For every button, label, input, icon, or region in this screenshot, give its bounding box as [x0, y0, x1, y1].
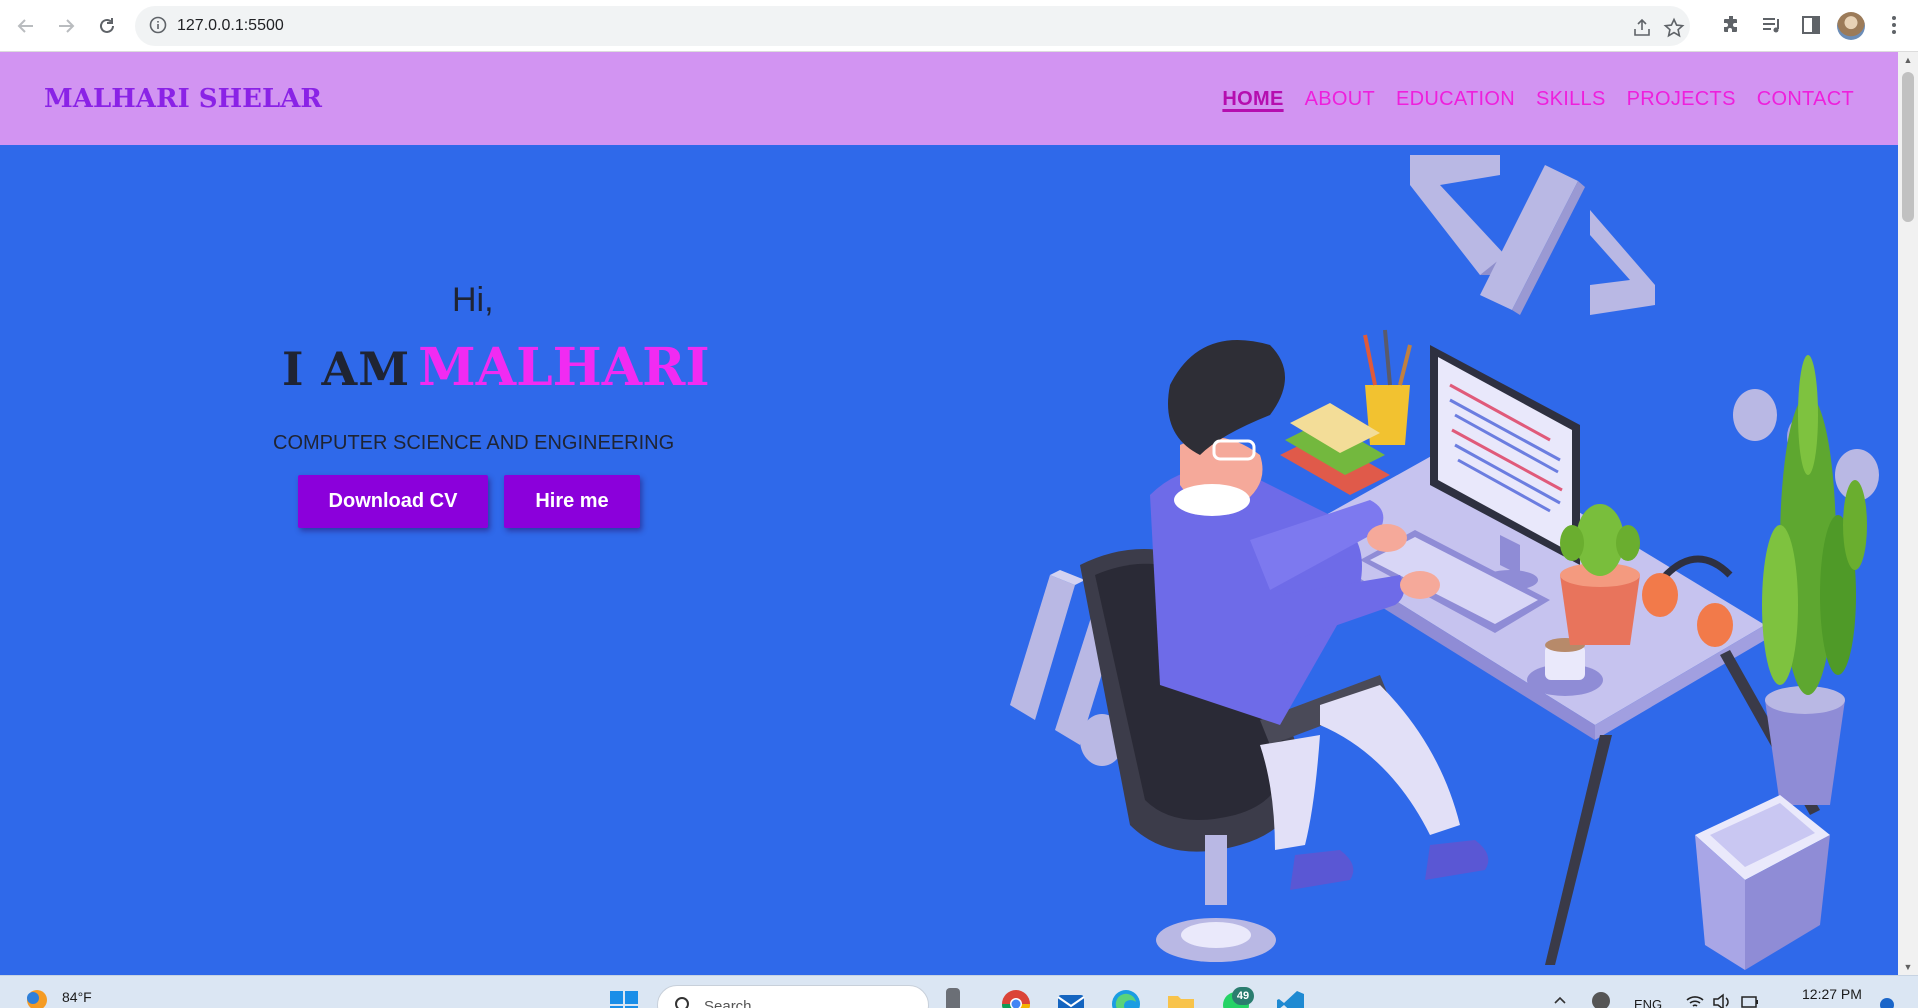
- nav-education[interactable]: EDUCATION: [1396, 88, 1515, 111]
- side-panel-icon[interactable]: [1799, 13, 1823, 37]
- scroll-up-arrow-icon[interactable]: ▲: [1898, 52, 1918, 68]
- language-indicator[interactable]: ENG: [1634, 997, 1662, 1008]
- media-icon[interactable]: [1760, 13, 1784, 37]
- mail-icon[interactable]: [1055, 988, 1087, 1008]
- chrome-icon[interactable]: [1000, 988, 1032, 1008]
- intro-text: I AM: [282, 342, 411, 396]
- network-globe-icon[interactable]: [1590, 990, 1612, 1008]
- site-header: MALHARI SHELAR HOME ABOUT EDUCATION SKIL…: [0, 52, 1898, 145]
- nav-projects[interactable]: PROJECTS: [1627, 88, 1736, 111]
- taskbar-search[interactable]: Search: [657, 985, 929, 1008]
- nav-contact[interactable]: CONTACT: [1757, 88, 1854, 111]
- info-icon[interactable]: [149, 16, 167, 34]
- task-view-icon[interactable]: [946, 988, 960, 1008]
- volume-icon[interactable]: [1712, 993, 1732, 1008]
- address-bar[interactable]: 127.0.0.1:5500: [135, 6, 1690, 46]
- main-nav: HOME ABOUT EDUCATION SKILLS PROJECTS CON…: [1222, 88, 1854, 111]
- profile-avatar[interactable]: [1837, 12, 1865, 40]
- download-cv-button[interactable]: Download CV: [298, 475, 488, 528]
- hero-section: Hi, I AM MALHARI COMPUTER SCIENCE AND ENG…: [0, 145, 1898, 975]
- hero-subtitle: COMPUTER SCIENCE AND ENGINEERING: [273, 432, 675, 454]
- reload-icon[interactable]: [93, 12, 121, 40]
- star-icon[interactable]: [1663, 17, 1685, 39]
- wifi-icon[interactable]: [1685, 994, 1705, 1008]
- search-placeholder: Search: [704, 998, 752, 1008]
- page-scrollbar[interactable]: ▲ ▼: [1898, 52, 1918, 975]
- extensions-icon[interactable]: [1720, 13, 1744, 37]
- search-icon: [675, 997, 689, 1008]
- windows-taskbar: 84°F Search 49 ENG 12:27 PM: [0, 975, 1918, 1008]
- nav-skills[interactable]: SKILLS: [1536, 88, 1606, 111]
- greeting-text: Hi,: [452, 281, 494, 319]
- share-icon[interactable]: [1631, 17, 1653, 39]
- browser-toolbar: 127.0.0.1:5500: [0, 0, 1918, 52]
- nav-about[interactable]: ABOUT: [1305, 88, 1375, 111]
- notification-center-icon[interactable]: [1880, 998, 1894, 1008]
- more-menu-icon[interactable]: [1882, 13, 1906, 37]
- folder-icon[interactable]: [1165, 988, 1197, 1008]
- plant-decor: [1762, 355, 1867, 805]
- brand-logo[interactable]: MALHARI SHELAR: [44, 84, 322, 114]
- clock-time[interactable]: 12:27 PM: [1802, 986, 1862, 1002]
- battery-icon[interactable]: [1740, 993, 1760, 1008]
- back-arrow-icon[interactable]: [12, 12, 40, 40]
- edge-icon[interactable]: [1110, 988, 1142, 1008]
- hero-headline: I AM MALHARI: [282, 337, 710, 398]
- vscode-icon[interactable]: [1275, 988, 1307, 1008]
- developer-at-desk-illustration: [1010, 155, 1879, 970]
- scroll-down-arrow-icon[interactable]: ▼: [1898, 959, 1918, 975]
- windows-start-icon[interactable]: [609, 990, 639, 1008]
- scroll-thumb[interactable]: [1902, 72, 1914, 222]
- weather-icon[interactable]: [22, 984, 52, 1008]
- nav-home[interactable]: HOME: [1222, 88, 1283, 111]
- forward-arrow-icon[interactable]: [52, 12, 80, 40]
- temperature-text: 84°F: [62, 989, 92, 1005]
- code-symbol-decor: [1410, 155, 1655, 315]
- hire-me-button[interactable]: Hire me: [504, 475, 640, 528]
- url-text: 127.0.0.1:5500: [177, 17, 284, 34]
- hero-name: MALHARI: [418, 337, 710, 398]
- notification-badge: 49: [1232, 987, 1254, 1005]
- tray-chevron-icon[interactable]: [1553, 994, 1567, 1008]
